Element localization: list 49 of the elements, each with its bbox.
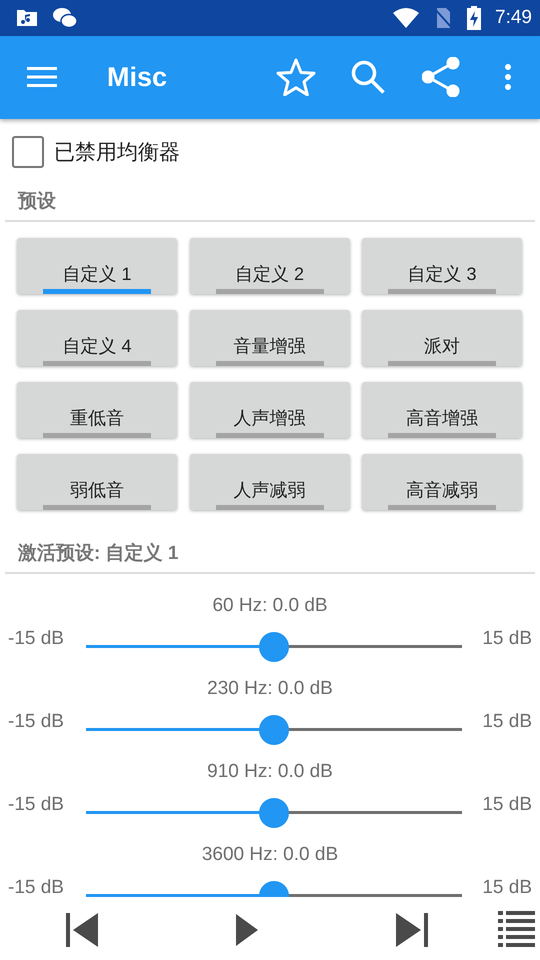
max-label: 15 dB xyxy=(481,628,533,650)
checkbox-label: 已禁用均衡器 xyxy=(54,140,180,166)
section-heading: 预设 xyxy=(18,190,57,212)
min-label: -15 dB xyxy=(7,794,65,816)
star-icon[interactable] xyxy=(276,58,316,96)
min-label: -15 dB xyxy=(7,628,65,650)
preset-button[interactable]: 高音增强 xyxy=(362,382,522,438)
band-label: 3600 Hz: 0.0 dB xyxy=(200,842,340,866)
play-icon[interactable] xyxy=(236,914,258,946)
slider[interactable] xyxy=(86,714,462,744)
more-icon[interactable] xyxy=(504,63,512,92)
search-icon[interactable] xyxy=(350,59,386,96)
slider-thumb[interactable] xyxy=(259,632,289,662)
menu-icon[interactable] xyxy=(27,66,57,88)
min-label: -15 dB xyxy=(7,710,65,732)
preset-button[interactable]: 自定义 1 xyxy=(17,238,177,294)
max-label: 15 dB xyxy=(481,710,533,732)
max-label: 15 dB xyxy=(481,876,533,897)
playlist-icon[interactable] xyxy=(498,910,535,949)
preset-button[interactable]: 人声增强 xyxy=(190,382,350,438)
preset-button[interactable]: 自定义 3 xyxy=(362,238,522,294)
slider[interactable] xyxy=(86,632,462,662)
skip-previous-icon[interactable] xyxy=(66,912,98,947)
wifi-icon xyxy=(393,8,420,28)
active-preset-label: 激活预设: 自定义 1 xyxy=(18,542,180,564)
slider[interactable] xyxy=(86,798,462,828)
skip-next-icon[interactable] xyxy=(396,912,428,947)
preset-button[interactable]: 人声减弱 xyxy=(190,454,350,510)
preset-button[interactable]: 高音减弱 xyxy=(362,454,522,510)
share-icon[interactable] xyxy=(422,57,460,98)
checkbox[interactable] xyxy=(12,136,44,168)
band-label: 230 Hz: 0.0 dB xyxy=(206,676,334,700)
preset-button[interactable]: 自定义 2 xyxy=(190,238,350,294)
preset-button[interactable]: 音量增强 xyxy=(190,310,350,366)
app-title: Misc xyxy=(107,62,168,93)
band-label: 910 Hz: 0.0 dB xyxy=(206,760,334,784)
preset-button[interactable]: 弱低音 xyxy=(17,454,177,510)
status-time: 7:49 xyxy=(495,6,532,29)
preset-button[interactable]: 重低音 xyxy=(17,382,177,438)
preset-button[interactable]: 自定义 4 xyxy=(17,310,177,366)
preset-button[interactable]: 派对 xyxy=(362,310,522,366)
band-label: 60 Hz: 0.0 dB xyxy=(211,594,329,618)
slider-thumb[interactable] xyxy=(259,714,289,744)
music-folder-icon xyxy=(16,8,38,28)
max-label: 15 dB xyxy=(481,794,533,816)
min-label: -15 dB xyxy=(7,876,65,897)
battery-charging-icon xyxy=(467,6,482,30)
chat-icon xyxy=(52,6,78,29)
slider-thumb[interactable] xyxy=(259,798,289,828)
